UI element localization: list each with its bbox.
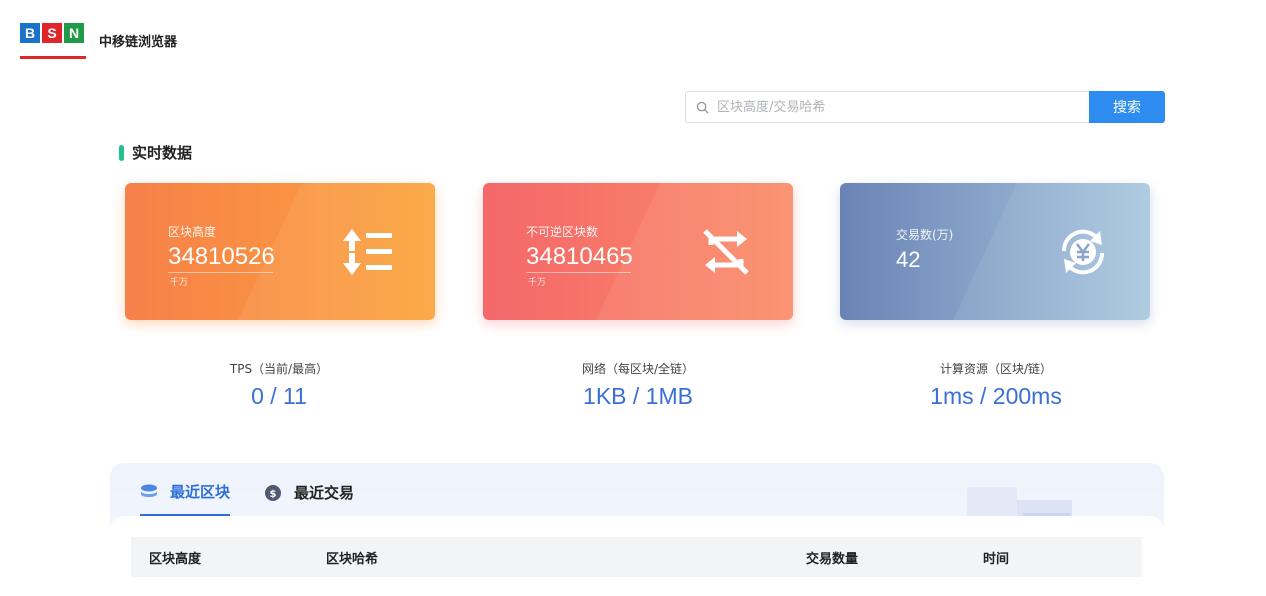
logo-underline: [20, 56, 86, 59]
app-title: 中移链浏览器: [99, 35, 178, 50]
logo-letter-n: N: [64, 23, 84, 43]
tps-metric: TPS（当前/最高） 0 / 11: [119, 360, 439, 410]
tab-label: 最近区块: [170, 483, 231, 501]
compute-metric: 计算资源（区块/链） 1ms / 200ms: [836, 360, 1156, 410]
section-title-text: 实时数据: [132, 144, 193, 162]
card-unit: 千万: [528, 278, 547, 288]
logo-letter-b: B: [20, 23, 40, 43]
section-title-bar: [119, 144, 124, 161]
database-icon: [141, 484, 157, 497]
recent-panel: 最近区块 $ 最近交易 区块高度 区块哈希 交易数量 时间: [110, 463, 1164, 596]
metric-label: TPS（当前/最高）: [229, 362, 329, 376]
decorative-illustration: [967, 487, 1072, 520]
card-value: 34810465: [526, 243, 633, 270]
irreversible-blocks-card: 不可逆区块数 34810465 千万: [483, 183, 793, 320]
bsn-logo[interactable]: B S N: [20, 23, 86, 43]
card-underline: [168, 272, 273, 273]
card-unit: 千万: [170, 278, 189, 288]
logo-letter-s: S: [42, 23, 62, 43]
network-metric: 网络（每区块/全链） 1KB / 1MB: [478, 360, 798, 410]
tab-recent-transactions[interactable]: $ 最近交易: [264, 481, 354, 516]
block-height-card: 区块高度 34810526 千万: [125, 183, 435, 320]
yuan-exchange-icon: [1061, 229, 1105, 275]
card-label: 区块高度: [168, 225, 217, 239]
blocks-table: 区块高度 区块哈希 交易数量 时间: [110, 516, 1164, 596]
coin-icon: $: [265, 484, 282, 501]
column-header-time[interactable]: 时间: [983, 548, 1009, 567]
card-label: 交易数(万): [896, 228, 954, 242]
card-value: 42: [896, 247, 921, 272]
metric-label: 计算资源（区块/链）: [939, 362, 1053, 376]
search-field[interactable]: [685, 91, 1089, 123]
card-value: 34810526: [168, 243, 275, 270]
metric-label: 网络（每区块/全链）: [581, 362, 695, 376]
search-icon: [696, 101, 709, 114]
header: B S N 中移链浏览器: [0, 0, 1266, 70]
section-title: 实时数据: [119, 142, 192, 163]
search-button[interactable]: 搜索: [1089, 91, 1165, 123]
tab-bar: 最近区块 $ 最近交易: [140, 481, 388, 516]
card-label: 不可逆区块数: [526, 225, 599, 239]
column-header-tx-count[interactable]: 交易数量: [806, 548, 858, 567]
metric-value: 1ms / 200ms: [930, 383, 1062, 409]
tab-recent-blocks[interactable]: 最近区块: [140, 481, 231, 516]
search-bar: 搜索: [685, 91, 1165, 123]
svg-text:$: $: [270, 489, 277, 500]
metric-value: 1KB / 1MB: [583, 383, 693, 409]
tab-label: 最近交易: [294, 484, 355, 502]
table-header: 区块高度 区块哈希 交易数量 时间: [131, 537, 1142, 577]
column-header-block-height[interactable]: 区块高度: [149, 548, 201, 567]
metric-value: 0 / 11: [251, 383, 307, 409]
sort-list-icon: [343, 229, 392, 275]
repeat-off-icon: [703, 229, 749, 275]
search-input[interactable]: [717, 99, 1077, 115]
transactions-card: 交易数(万) 42: [840, 183, 1150, 320]
column-header-block-hash[interactable]: 区块哈希: [326, 548, 378, 567]
card-underline: [526, 272, 631, 273]
